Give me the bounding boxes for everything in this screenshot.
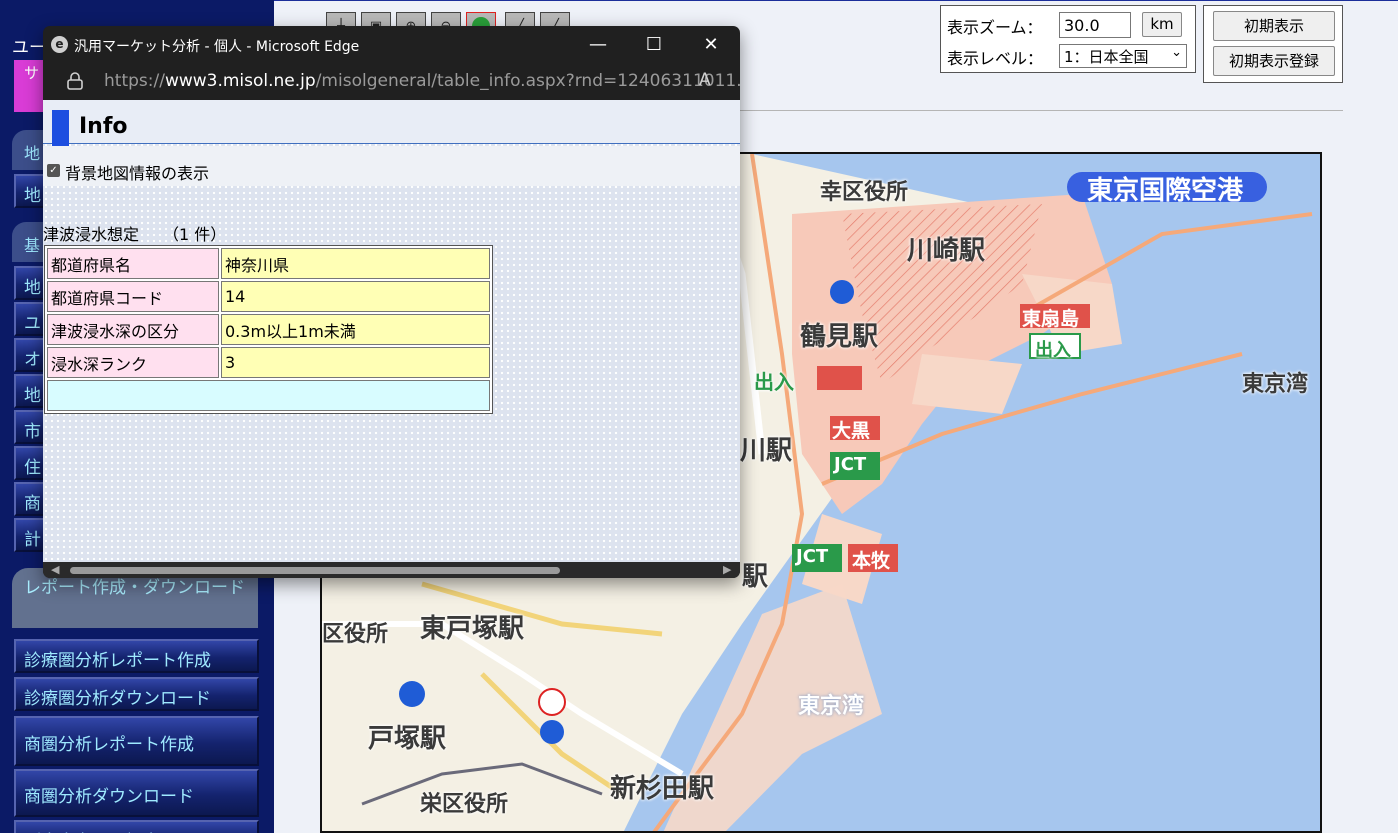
initial-view-button[interactable]: 初期表示 <box>1213 11 1335 41</box>
table-row-empty <box>47 380 490 411</box>
background-info-checkbox[interactable]: ✓ <box>47 164 60 177</box>
scrollbar-thumb[interactable] <box>70 567 560 574</box>
table-value: 14 <box>221 281 490 312</box>
info-heading: Info <box>79 114 128 139</box>
window-titlebar[interactable]: e 汎用マーケット分析 - 個人 - Microsoft Edge — ☐ ✕ <box>43 26 740 64</box>
user-label: ユー <box>12 38 46 58</box>
clinic-download-button[interactable]: 診療圏分析ダウンロード <box>14 677 259 711</box>
horizontal-scrollbar[interactable]: ◀ ▶ <box>43 562 740 578</box>
zoom-label: 表示ズーム： <box>947 18 1043 37</box>
info-popup-window[interactable]: e 汎用マーケット分析 - 個人 - Microsoft Edge — ☐ ✕ … <box>43 26 740 578</box>
level-label: 表示レベル： <box>947 49 1044 68</box>
maximize-icon[interactable]: ☐ <box>640 32 668 58</box>
map-label-tsurumi-station: 鶴見駅 <box>800 322 879 352</box>
table-row: 都道府県コード 14 <box>47 281 490 312</box>
map-label-haneda: 東京国際空港 <box>1087 176 1244 206</box>
table-row: 都道府県名 神奈川県 <box>47 248 490 279</box>
info-header: Info <box>43 100 740 154</box>
level-select-value: 1：日本全国 <box>1064 48 1149 66</box>
trade-download-button[interactable]: 商圏分析ダウンロード <box>14 769 259 817</box>
read-aloud-icon[interactable]: A <box>699 70 711 90</box>
address-bar[interactable]: https://www3.misol.ne.jp/misolgeneral/ta… <box>43 64 740 100</box>
tsunami-info-table: 都道府県名 神奈川県 都道府県コード 14 津波浸水深の区分 0.3m以上1m未… <box>44 245 493 414</box>
scroll-left-icon[interactable]: ◀ <box>51 562 59 578</box>
map-label-entrance-2: 出入 <box>754 370 794 394</box>
initial-view-panel: 初期表示 初期表示登録 <box>1203 5 1343 83</box>
clinic-report-button[interactable]: 診療圏分析レポート作成 <box>14 639 259 673</box>
map-label-sakae-ward-office: 栄区役所 <box>420 792 509 817</box>
map-label-honmoku: 本牧 <box>852 550 891 572</box>
trade-report-button[interactable]: 商圏分析レポート作成 <box>14 716 259 766</box>
divider <box>740 110 1343 111</box>
tsunami-section-title: 津波浸水想定 （1 件） <box>43 225 227 244</box>
map-label-entrance-1: 出入 <box>1035 340 1071 361</box>
map-label-tokyo-bay-2: 東京湾 <box>798 694 865 719</box>
map-label-higashi-totsuka-station: 東戸塚駅 <box>420 614 525 644</box>
map-label-totsuka-station: 戸塚駅 <box>368 724 447 754</box>
map-label-kawasaki-station: 川崎駅 <box>907 236 986 266</box>
scroll-right-icon[interactable]: ▶ <box>723 562 731 578</box>
map-label-station: 駅 <box>742 562 769 592</box>
popup-content: Info ✓ 背景地図情報の表示 津波浸水想定 （1 件） 都道府県名 神奈川県… <box>43 100 740 562</box>
sales-output-settings-button[interactable]: 販売出力項目設定 <box>14 820 259 833</box>
background-info-toggle[interactable]: ✓ 背景地図情報の表示 <box>43 146 740 186</box>
edge-icon: e <box>51 36 68 53</box>
map-label-jct-1: JCT <box>834 454 867 475</box>
map-label-tokyo-bay-1: 東京湾 <box>1242 372 1309 397</box>
table-empty-cell <box>47 380 490 411</box>
table-value: 神奈川県 <box>221 248 490 279</box>
url-text[interactable]: https://www3.misol.ne.jp/misolgeneral/ta… <box>104 71 740 91</box>
map-label-jct-2: JCT <box>796 546 829 567</box>
chevron-down-icon: ⌄ <box>1171 45 1182 60</box>
level-select[interactable]: 1：日本全国 ⌄ <box>1059 44 1187 68</box>
lock-icon <box>67 72 83 90</box>
map-label-higashi-ogishima: 東扇島 <box>1022 308 1080 330</box>
map-label-saiwai-ward: 幸区役所 <box>820 180 909 205</box>
table-value: 0.3m以上1m未満 <box>221 314 490 345</box>
map-label-shin-sugita-station: 新杉田駅 <box>610 774 715 804</box>
map-label-daikoku: 大黒 <box>832 420 871 442</box>
close-icon[interactable]: ✕ <box>697 32 725 58</box>
table-key: 都道府県名 <box>47 248 219 279</box>
background-info-label: 背景地図情報の表示 <box>65 164 210 183</box>
table-key: 浸水深ランク <box>47 347 219 378</box>
zoom-input[interactable] <box>1059 12 1131 38</box>
table-value: 3 <box>221 347 490 378</box>
map-label-kawa-station: 川駅 <box>740 436 793 466</box>
table-row: 浸水深ランク 3 <box>47 347 490 378</box>
table-row: 津波浸水深の区分 0.3m以上1m未満 <box>47 314 490 345</box>
window-title: 汎用マーケット分析 - 個人 - Microsoft Edge <box>74 39 360 55</box>
register-initial-view-button[interactable]: 初期表示登録 <box>1213 46 1335 76</box>
km-button[interactable]: km <box>1142 12 1182 37</box>
minimize-icon[interactable]: — <box>584 32 612 58</box>
zoom-panel: 表示ズーム： km 表示レベル： 1：日本全国 ⌄ <box>940 5 1196 73</box>
table-key: 津波浸水深の区分 <box>47 314 219 345</box>
map-label-ward-office: 区役所 <box>322 622 389 647</box>
table-key: 都道府県コード <box>47 281 219 312</box>
